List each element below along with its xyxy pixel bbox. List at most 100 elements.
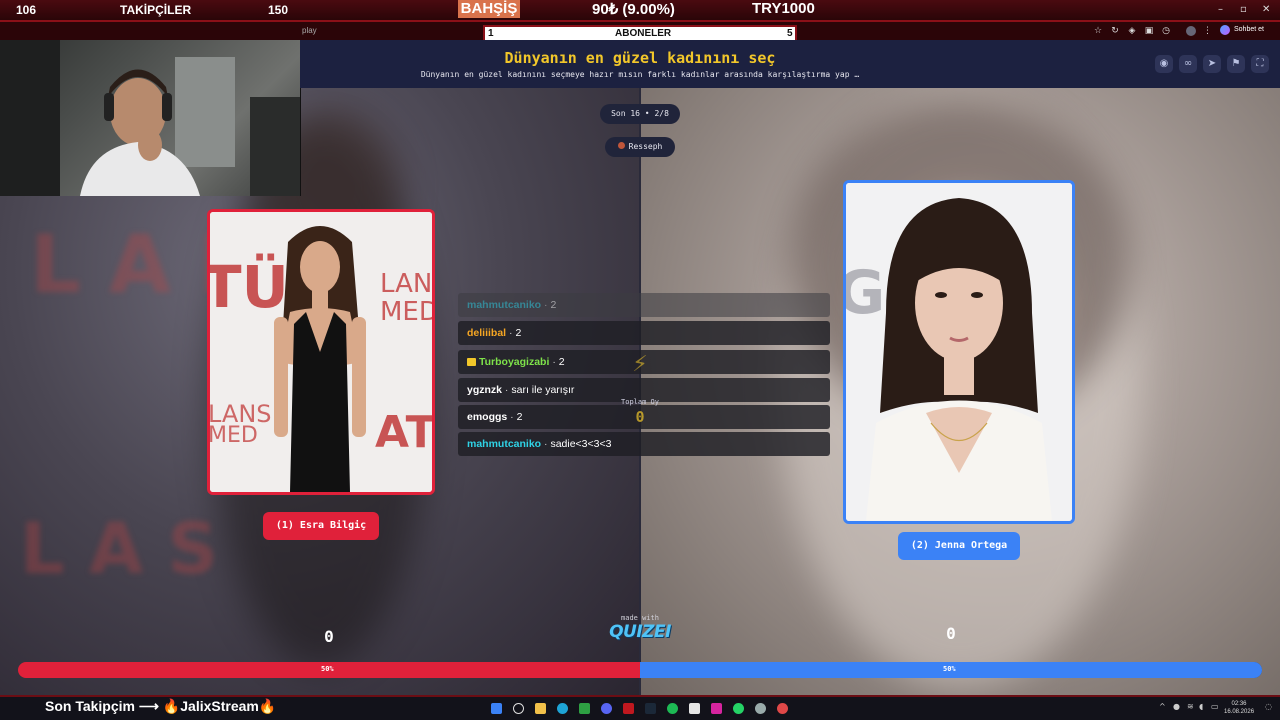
author-pill[interactable]: Resseph bbox=[605, 137, 675, 157]
followers-label: TAKİPÇİLER bbox=[120, 3, 192, 17]
bahsis-label: BAHŞİŞ bbox=[458, 0, 520, 18]
chat-message: deliiibal · 2 bbox=[458, 321, 830, 345]
total-votes-value: 0 bbox=[635, 408, 645, 426]
webcam-feed bbox=[0, 27, 301, 196]
made-with-label: made with bbox=[621, 614, 659, 622]
contestant-photo-left: TÜR LAN MED LANS MED AT bbox=[210, 212, 432, 492]
subs-goal: 5 bbox=[787, 28, 793, 39]
bahsis-goal: TRY1000 bbox=[752, 0, 815, 17]
extension-icon[interactable]: ◷ bbox=[1161, 26, 1171, 36]
contestant-photo-right: G bbox=[846, 183, 1072, 521]
bg-letters-left-2: L A S bbox=[20, 508, 218, 590]
percent-right: 50% bbox=[943, 665, 956, 673]
author-name: Resseph bbox=[628, 142, 663, 151]
author-avatar-icon bbox=[617, 142, 625, 149]
total-votes-label: Toplam Oy bbox=[621, 398, 659, 406]
brand-logo[interactable]: QUIZEI bbox=[604, 622, 676, 642]
followers-goal: 150 bbox=[268, 3, 289, 17]
app-icon[interactable] bbox=[777, 703, 788, 714]
chat-username[interactable]: emoggs bbox=[467, 411, 507, 423]
tray-chevron-icon[interactable]: ^ bbox=[1159, 702, 1166, 711]
excel-icon[interactable] bbox=[579, 703, 590, 714]
chat-text: sarı ile yarışır bbox=[511, 384, 575, 396]
followers-current: 106 bbox=[16, 3, 37, 17]
chat-text: 2 bbox=[515, 327, 522, 339]
svg-text:AT: AT bbox=[375, 407, 432, 458]
chat-button[interactable]: Sohbet et bbox=[1234, 26, 1264, 33]
screen: L A N L A S 106 TAKİPÇİLER 150 BAHŞİŞ 90… bbox=[0, 0, 1280, 720]
chat-text: 2 bbox=[558, 356, 565, 368]
copilot-icon[interactable] bbox=[1220, 25, 1230, 35]
extension-icon[interactable]: ▣ bbox=[1144, 26, 1154, 36]
discord-icon[interactable] bbox=[601, 703, 612, 714]
app-icon[interactable] bbox=[689, 703, 700, 714]
subs-label: ABONELER bbox=[615, 28, 672, 39]
last-follower-ticker: Son Takipçim ⟶ 🔥JalixStream🔥 bbox=[45, 698, 277, 714]
percent-left: 50% bbox=[321, 665, 334, 673]
chat-separator: · bbox=[549, 356, 559, 368]
svg-text:LAN: LAN bbox=[380, 269, 432, 299]
fullscreen-icon[interactable]: ⛶ bbox=[1251, 55, 1269, 73]
chat-text: 2 bbox=[516, 411, 523, 423]
vote-button-right[interactable]: (2) Jenna Ortega bbox=[898, 532, 1020, 560]
vote-button-left[interactable]: (1) Esra Bilgiç bbox=[263, 512, 379, 540]
contestant-card-left[interactable]: TÜR LAN MED LANS MED AT bbox=[207, 209, 435, 495]
chat-username[interactable]: Turboyagizabi bbox=[479, 356, 549, 368]
vs-icon: ⚡ bbox=[632, 352, 648, 377]
svg-text:MED: MED bbox=[210, 423, 258, 448]
minimize-icon[interactable]: – bbox=[1218, 4, 1223, 15]
chat-message: mahmutcaniko · sadie<3<3<3 bbox=[458, 432, 830, 456]
svg-text:MED: MED bbox=[380, 297, 432, 327]
eye-icon[interactable]: ◉ bbox=[1155, 55, 1173, 73]
windows-start-icon[interactable] bbox=[491, 703, 502, 714]
edge-icon[interactable] bbox=[557, 703, 568, 714]
clock-time: 02:36 bbox=[1231, 701, 1247, 707]
refresh-icon[interactable]: ↻ bbox=[1110, 26, 1120, 36]
chat-text: 2 bbox=[550, 299, 557, 311]
vote-count-right: 0 bbox=[946, 624, 956, 643]
maximize-icon[interactable]: ▫ bbox=[1240, 4, 1247, 15]
spotify-icon[interactable] bbox=[667, 703, 678, 714]
instagram-icon[interactable] bbox=[711, 703, 722, 714]
chat-message: mahmutcaniko · 2 bbox=[458, 293, 830, 317]
chat-username[interactable]: mahmutcaniko bbox=[467, 299, 541, 311]
notification-icon[interactable]: ◌ bbox=[1265, 702, 1272, 711]
clock-date: 16.08.2026 bbox=[1224, 709, 1255, 715]
chat-separator: · bbox=[502, 384, 512, 396]
folder-icon[interactable] bbox=[535, 703, 546, 714]
send-icon[interactable]: ➤ bbox=[1203, 55, 1221, 73]
quiz-subtitle: Dünyanın en güzel kadınını seçmeye hazır… bbox=[420, 70, 860, 79]
network-icon[interactable]: ≋ bbox=[1187, 702, 1194, 711]
webcam-person-image bbox=[0, 27, 300, 196]
menu-icon[interactable]: ⋮ bbox=[1203, 26, 1212, 36]
chatgpt-icon[interactable] bbox=[755, 703, 766, 714]
close-icon[interactable]: ✕ bbox=[1262, 4, 1270, 15]
avatar[interactable] bbox=[1186, 26, 1196, 36]
chat-username[interactable]: ygznzk bbox=[467, 384, 502, 396]
whatsapp-icon[interactable] bbox=[733, 703, 744, 714]
chat-separator: · bbox=[507, 411, 517, 423]
vote-progress-bar: 50% 50% bbox=[18, 662, 1262, 678]
flag-icon[interactable]: ⚑ bbox=[1227, 55, 1245, 73]
chat-text: sadie<3<3<3 bbox=[550, 438, 612, 450]
battery-icon[interactable]: ▭ bbox=[1211, 702, 1219, 711]
search-icon[interactable] bbox=[513, 703, 524, 714]
subscriber-badge-icon bbox=[467, 358, 476, 366]
quiz-title: Dünyanın en güzel kadınını seç bbox=[504, 49, 776, 67]
volume-icon[interactable]: ◖ bbox=[1199, 702, 1203, 711]
link-icon[interactable]: ∞ bbox=[1179, 55, 1197, 73]
steam-icon[interactable] bbox=[645, 703, 656, 714]
round-indicator: Son 16 • 2/8 bbox=[600, 104, 680, 124]
browser-url-fragment: play bbox=[302, 26, 317, 35]
chat-username[interactable]: deliiibal bbox=[467, 327, 506, 339]
svg-text:G: G bbox=[846, 258, 885, 328]
subs-current: 1 bbox=[488, 28, 494, 39]
mic-icon[interactable]: ● bbox=[1173, 702, 1180, 711]
app-icon[interactable] bbox=[623, 703, 634, 714]
vote-count-left: 0 bbox=[324, 627, 334, 646]
contestant-card-right[interactable]: G bbox=[843, 180, 1075, 524]
taskbar-clock[interactable]: 02:36 16.08.2026 bbox=[1224, 700, 1254, 716]
extension-icon[interactable]: ◈ bbox=[1127, 26, 1137, 36]
chat-username[interactable]: mahmutcaniko bbox=[467, 438, 541, 450]
bookmark-star-icon[interactable]: ☆ bbox=[1093, 26, 1103, 36]
